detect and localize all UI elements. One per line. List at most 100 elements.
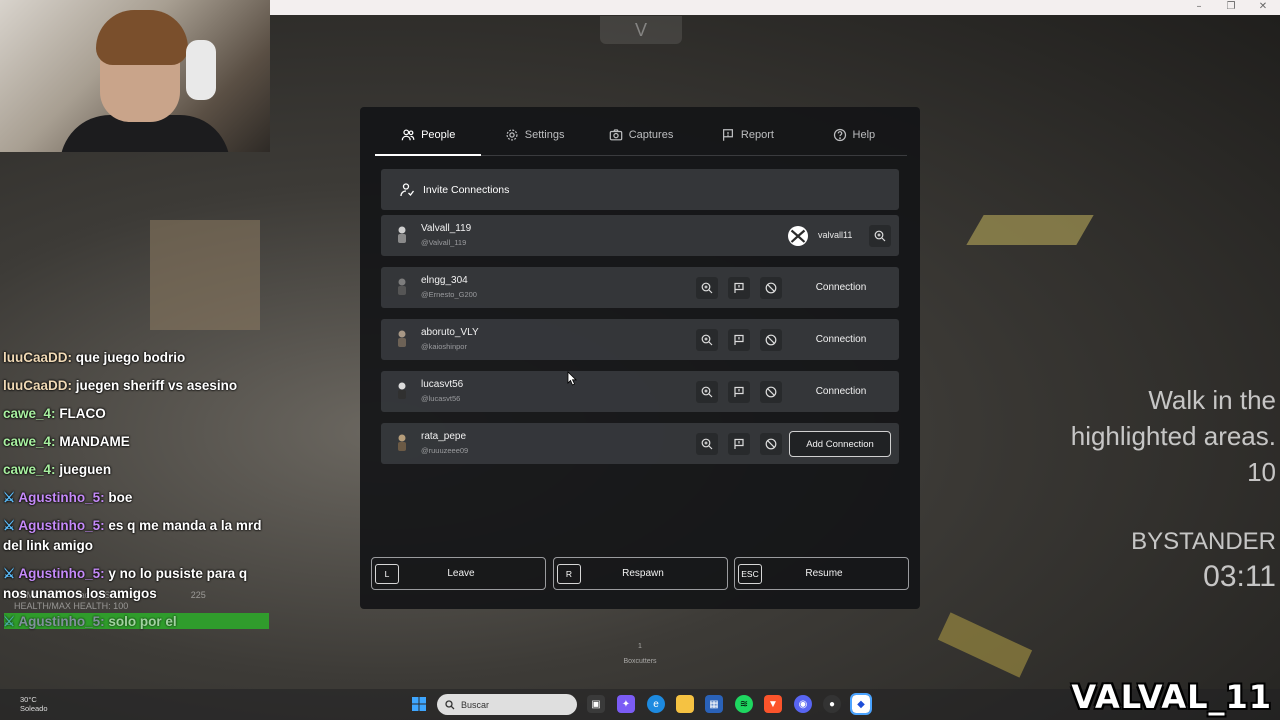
task-view-icon[interactable]: ▣ — [587, 695, 605, 713]
connection-button[interactable]: Connection — [791, 275, 891, 299]
tab-help[interactable]: Help — [801, 115, 907, 155]
search-icon — [445, 699, 455, 709]
flag-icon — [734, 386, 744, 397]
background-box — [150, 220, 260, 330]
connection-button[interactable]: Connection — [791, 379, 891, 403]
search-placeholder: Buscar — [461, 699, 490, 710]
round-timer: 03:11 — [1203, 560, 1276, 593]
highlighted-area — [966, 215, 1094, 245]
role-label: BYSTANDER — [1131, 528, 1276, 555]
chat-text: juegen sheriff vs asesino — [75, 378, 238, 393]
button-label: Resume — [805, 568, 843, 579]
background-sign: V — [600, 16, 682, 44]
folder-icon[interactable] — [676, 695, 694, 713]
spotify-icon[interactable]: ≋ — [735, 695, 753, 713]
chat-text: boe — [108, 490, 133, 505]
start-button[interactable] — [410, 695, 428, 713]
tab-settings[interactable]: Settings — [481, 115, 587, 155]
chat-username: Agustinho_5: — [18, 566, 105, 581]
avatar — [398, 226, 406, 243]
flag-icon — [734, 282, 744, 293]
chat-text: solo por el — [108, 614, 177, 629]
invite-connections-button[interactable]: Invite Connections — [381, 169, 899, 210]
chat-message: ⚔ Agustinho_5: es q me manda a la mrd de… — [3, 516, 268, 556]
add-connection-button[interactable]: Add Connection — [789, 431, 891, 457]
inspect-button[interactable] — [696, 381, 718, 403]
chat-username: cawe_4: — [3, 462, 56, 477]
key-hint: L — [375, 563, 399, 584]
invite-label: Invite Connections — [423, 183, 510, 196]
chat-username: Agustinho_5: — [18, 518, 105, 533]
connection-button[interactable]: Connection — [791, 327, 891, 351]
block-icon — [765, 282, 777, 294]
tab-people[interactable]: People — [375, 115, 482, 156]
block-button[interactable] — [760, 277, 782, 299]
resume-button[interactable]: ESC Resume — [734, 557, 909, 590]
tab-report[interactable]: Report — [694, 115, 800, 155]
tab-label: Help — [852, 129, 876, 141]
roblox-icon[interactable]: ◆ — [850, 693, 872, 715]
report-button[interactable] — [728, 381, 750, 403]
report-button[interactable] — [728, 329, 750, 351]
leave-button[interactable]: L Leave — [371, 557, 546, 590]
player-name: aboruto_VLY — [421, 327, 479, 338]
chat-message: cawe_4: MANDAME — [3, 432, 268, 452]
avatar — [398, 278, 406, 295]
chat-message: ⚔ Agustinho_5: solo por el — [3, 612, 268, 632]
tab-captures[interactable]: Captures — [588, 115, 694, 155]
objective-line: highlighted areas. — [1070, 421, 1276, 451]
zoom-icon — [701, 386, 713, 398]
respawn-button[interactable]: R Respawn — [553, 557, 728, 590]
store-icon[interactable]: ▦ — [705, 695, 723, 713]
tool-slot[interactable]: 1 Boxcutters — [620, 643, 660, 671]
key-hint: R — [557, 563, 581, 584]
windows-logo-icon — [412, 697, 426, 711]
chat-username: cawe_4: — [3, 434, 56, 449]
minimize-icon[interactable]: – — [1184, 0, 1214, 15]
player-row: lucasvt56 @lucasvt56 Connection — [381, 371, 899, 412]
flag-icon — [722, 129, 733, 141]
restore-icon[interactable]: ❐ — [1216, 0, 1246, 15]
menu-tabs: People Settings Captures Report Help — [375, 115, 907, 156]
zoom-icon — [701, 282, 713, 294]
tab-label: Captures — [628, 129, 674, 141]
window-title-bar: – ❐ ✕ — [270, 0, 1280, 15]
chat-username: Agustinho_5: — [18, 490, 105, 505]
block-button[interactable] — [760, 433, 782, 455]
weather-widget[interactable]: 30°C Soleado — [20, 695, 48, 713]
tool-name: Boxcutters — [623, 658, 657, 665]
zoom-icon — [701, 334, 713, 346]
inspect-button[interactable] — [869, 225, 891, 247]
inspect-button[interactable] — [696, 433, 718, 455]
chat-message: cawe_4: FLACO — [3, 404, 268, 424]
xbox-icon — [788, 226, 808, 246]
player-handle: @lucasvt56 — [421, 394, 461, 403]
flag-icon — [734, 438, 744, 449]
avatar — [398, 330, 406, 347]
people-icon — [401, 129, 415, 141]
inspect-button[interactable] — [696, 277, 718, 299]
brave-icon[interactable]: ▼ — [764, 695, 782, 713]
sword-badge-icon: ⚔ — [3, 614, 16, 629]
block-button[interactable] — [760, 381, 782, 403]
report-button[interactable] — [728, 277, 750, 299]
app-icon[interactable]: ● — [823, 695, 841, 713]
block-icon — [765, 438, 777, 450]
mouse-cursor-icon — [567, 371, 577, 386]
close-icon[interactable]: ✕ — [1248, 0, 1278, 15]
discord-icon[interactable]: ◉ — [794, 695, 812, 713]
taskbar-search[interactable]: Buscar — [437, 694, 577, 715]
sword-badge-icon: ⚔ — [3, 566, 16, 581]
gamertag: valvall11 — [818, 230, 853, 240]
player-row: aboruto_VLY @kaioshinpor Connection — [381, 319, 899, 360]
button-label: Leave — [447, 568, 475, 579]
copilot-icon[interactable]: ✦ — [617, 695, 635, 713]
objective-text: Walk in the highlighted areas. 10 — [1071, 382, 1276, 490]
edge-icon[interactable]: e — [647, 695, 665, 713]
report-button[interactable] — [728, 433, 750, 455]
player-name: rata_pepe — [421, 431, 467, 442]
block-button[interactable] — [760, 329, 782, 351]
inspect-button[interactable] — [696, 329, 718, 351]
player-handle: @Ernesto_G200 — [421, 290, 477, 299]
sword-badge-icon: ⚔ — [3, 518, 16, 533]
